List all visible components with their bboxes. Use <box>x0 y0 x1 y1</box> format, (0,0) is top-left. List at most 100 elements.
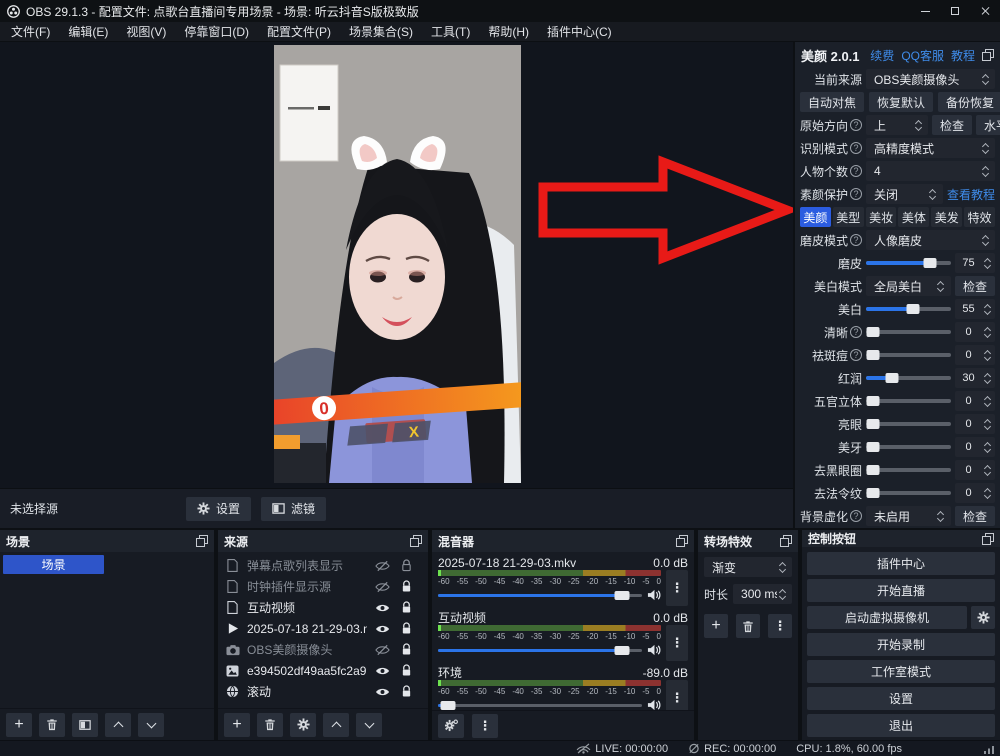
blemish-slider[interactable] <box>866 345 951 365</box>
beauty-tab[interactable]: 美妆 <box>866 207 897 227</box>
source-row[interactable]: 互动视频 <box>218 597 428 618</box>
volume-slider[interactable] <box>438 643 642 657</box>
clarity-value[interactable]: 0 <box>955 322 995 342</box>
lock-toggle[interactable] <box>398 601 415 614</box>
channel-menu-button[interactable] <box>666 625 688 661</box>
rosy-slider[interactable] <box>866 368 951 388</box>
restore-default-button[interactable]: 恢复默认 <box>869 92 933 112</box>
duration-stepper[interactable]: 300 ms <box>733 584 792 604</box>
bg-blur-check-button[interactable]: 检查 <box>955 506 995 526</box>
source-settings-button[interactable]: 设置 <box>186 497 251 521</box>
whiten-check-button[interactable]: 检查 <box>955 276 995 296</box>
volume-slider[interactable] <box>438 588 642 602</box>
popout-icon[interactable] <box>410 535 422 547</box>
visibility-toggle[interactable] <box>374 623 391 635</box>
popout-icon[interactable] <box>982 49 994 61</box>
speaker-icon[interactable] <box>647 644 661 656</box>
menu-item[interactable]: 工具(T) <box>422 22 479 42</box>
help-icon[interactable] <box>850 188 862 200</box>
lock-toggle[interactable] <box>398 559 415 572</box>
mixer-menu-button[interactable] <box>472 714 498 738</box>
start-virtual-camera-button[interactable]: 启动虚拟摄像机 <box>807 606 967 629</box>
view-tutorial-link[interactable]: 查看教程 <box>947 186 995 203</box>
blemish-value[interactable]: 0 <box>955 345 995 365</box>
orientation-check-button[interactable]: 检查 <box>932 115 972 135</box>
lock-toggle[interactable] <box>398 664 415 677</box>
add-source-button[interactable] <box>224 713 250 737</box>
start-streaming-button[interactable]: 开始直播 <box>807 579 995 602</box>
smooth-mode-select[interactable]: 人像磨皮 <box>866 230 995 250</box>
scene-move-down-button[interactable] <box>138 713 164 737</box>
help-icon[interactable] <box>850 510 862 522</box>
popout-icon[interactable] <box>676 535 688 547</box>
lock-toggle[interactable] <box>398 580 415 593</box>
advanced-audio-button[interactable] <box>438 714 464 738</box>
visibility-toggle[interactable] <box>374 602 391 614</box>
whiten-mode-select[interactable]: 全局美白 <box>866 276 951 296</box>
scene-filters-button[interactable] <box>72 713 98 737</box>
face3d-value[interactable]: 0 <box>955 391 995 411</box>
source-row[interactable]: 2025-07-18 21-29-03.mkv <box>218 618 428 639</box>
smooth-slider[interactable] <box>866 253 951 273</box>
lock-toggle[interactable] <box>398 685 415 698</box>
menu-item[interactable]: 场景集合(S) <box>340 22 422 42</box>
source-move-up-button[interactable] <box>323 713 349 737</box>
beauty-tab[interactable]: 美发 <box>931 207 962 227</box>
help-icon[interactable] <box>850 349 862 361</box>
preview-area[interactable]: 0 X <box>0 42 793 488</box>
exit-button[interactable]: 退出 <box>807 714 995 737</box>
hflip-button[interactable]: 水平翻转 <box>976 115 1000 135</box>
lock-toggle[interactable] <box>398 643 415 656</box>
brighten-eyes-slider[interactable] <box>866 414 951 434</box>
people-count-stepper[interactable]: 4 <box>866 161 995 181</box>
source-row[interactable]: OBS美颜摄像头 <box>218 639 428 660</box>
clarity-slider[interactable] <box>866 322 951 342</box>
nasolabial-value[interactable]: 0 <box>955 483 995 503</box>
menu-item[interactable]: 帮助(H) <box>479 22 538 42</box>
beauty-tab[interactable]: 美颜 <box>800 207 831 227</box>
help-icon[interactable] <box>850 142 862 154</box>
current-source-select[interactable]: OBS美颜摄像头 <box>866 69 995 89</box>
beauty-tab[interactable]: 美体 <box>898 207 929 227</box>
visibility-toggle[interactable] <box>374 644 391 656</box>
add-scene-button[interactable] <box>6 713 32 737</box>
dark-circle-slider[interactable] <box>866 460 951 480</box>
scene-item[interactable]: 场景 <box>3 555 104 574</box>
remove-scene-button[interactable] <box>39 713 65 737</box>
transition-menu-button[interactable] <box>768 614 792 638</box>
source-move-down-button[interactable] <box>356 713 382 737</box>
menu-item[interactable]: 插件中心(C) <box>538 22 621 42</box>
source-row[interactable]: e394502df49aa5fc2a99cd2e7c <box>218 660 428 681</box>
help-icon[interactable] <box>850 234 862 246</box>
brighten-eyes-value[interactable]: 0 <box>955 414 995 434</box>
renew-link[interactable]: 续费 <box>870 47 894 64</box>
scene-move-up-button[interactable] <box>105 713 131 737</box>
visibility-toggle[interactable] <box>374 581 391 593</box>
transition-type-select[interactable]: 渐变 <box>704 557 792 577</box>
maximize-button[interactable] <box>940 0 970 22</box>
add-transition-button[interactable] <box>704 614 728 638</box>
dark-circle-value[interactable]: 0 <box>955 460 995 480</box>
filters-button[interactable]: 滤镜 <box>261 497 326 521</box>
help-icon[interactable] <box>850 119 862 131</box>
help-icon[interactable] <box>850 326 862 338</box>
beauty-tab[interactable]: 美型 <box>833 207 864 227</box>
bg-blur-select[interactable]: 未启用 <box>866 506 951 526</box>
channel-menu-button[interactable] <box>666 570 688 606</box>
popout-icon[interactable] <box>780 535 792 547</box>
plugin-center-button[interactable]: 插件中心 <box>807 552 995 575</box>
tutorial-link[interactable]: 教程 <box>951 47 975 64</box>
popout-icon[interactable] <box>196 535 208 547</box>
teeth-slider[interactable] <box>866 437 951 457</box>
menu-item[interactable]: 配置文件(P) <box>258 22 340 42</box>
source-properties-button[interactable] <box>290 713 316 737</box>
whiten-value[interactable]: 55 <box>955 299 995 319</box>
recognition-select[interactable]: 高精度模式 <box>866 138 995 158</box>
visibility-toggle[interactable] <box>374 560 391 572</box>
rosy-value[interactable]: 30 <box>955 368 995 388</box>
face3d-slider[interactable] <box>866 391 951 411</box>
beauty-tab[interactable]: 特效 <box>964 207 995 227</box>
menu-item[interactable]: 停靠窗口(D) <box>175 22 258 42</box>
studio-mode-button[interactable]: 工作室模式 <box>807 660 995 683</box>
popout-icon[interactable] <box>982 533 994 545</box>
